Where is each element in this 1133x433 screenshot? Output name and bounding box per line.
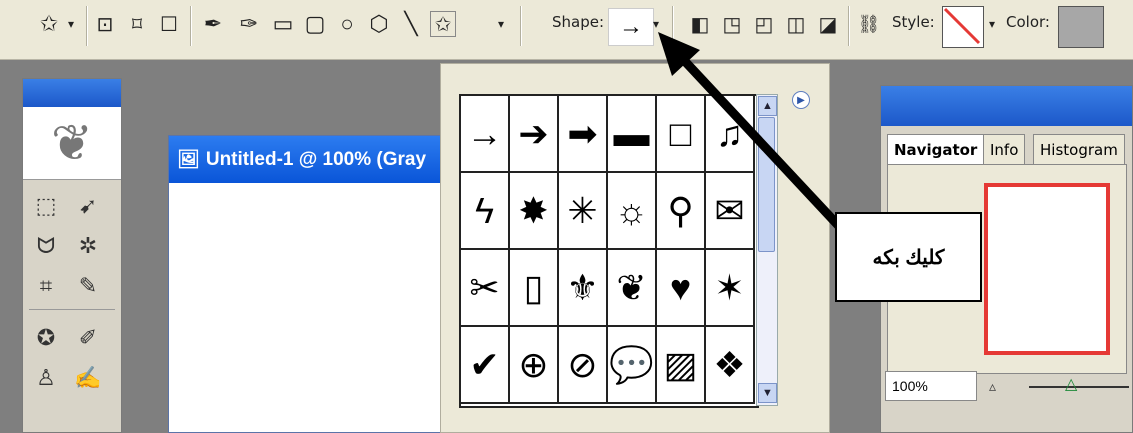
callout-box: كليك بكه — [835, 212, 982, 302]
arrow-shaft — [676, 52, 854, 242]
